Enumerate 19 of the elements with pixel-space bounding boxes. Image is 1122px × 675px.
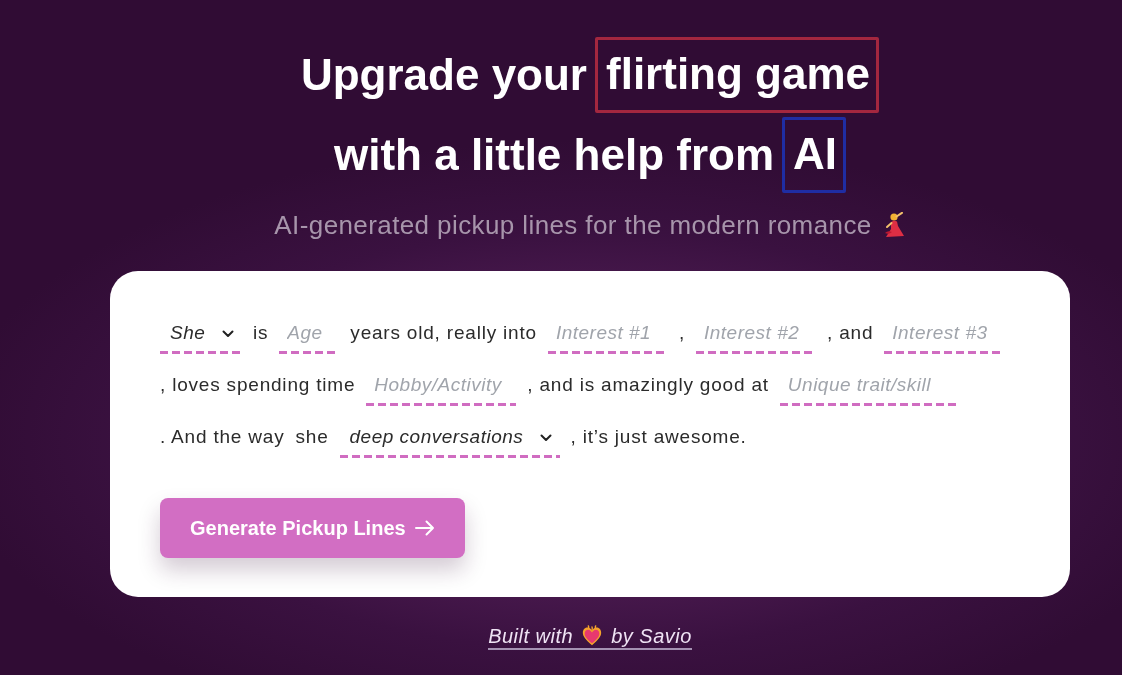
credit-link[interactable]: Built with by Savio xyxy=(488,625,692,650)
highlighted-phrase: flirting game xyxy=(595,37,880,113)
subtitle: AI-generated pickup lines for the modern romance xyxy=(274,210,872,240)
chevron-down-icon xyxy=(539,434,552,442)
sentence-text: , loves spending time xyxy=(160,373,356,397)
flaming-heart-icon xyxy=(581,625,604,647)
sentence-text: , and xyxy=(827,321,874,345)
sentence-text: she xyxy=(295,425,329,449)
sentence-text: , xyxy=(678,321,685,345)
sentence-text: . And the way xyxy=(160,425,285,449)
sentence-text: , and is amazingly good at xyxy=(527,373,769,397)
chevron-down-icon xyxy=(222,330,234,338)
heading-text: Upgrade your xyxy=(300,49,587,101)
sentence-text: , it’s just awesome. xyxy=(570,425,747,449)
heading-text: with a little help from xyxy=(334,129,774,181)
arrow-right-icon xyxy=(414,520,435,536)
sentence-text: years old, really into xyxy=(350,321,537,345)
highlighted-phrase: AI xyxy=(782,117,846,193)
sentence-text: is xyxy=(253,321,269,345)
